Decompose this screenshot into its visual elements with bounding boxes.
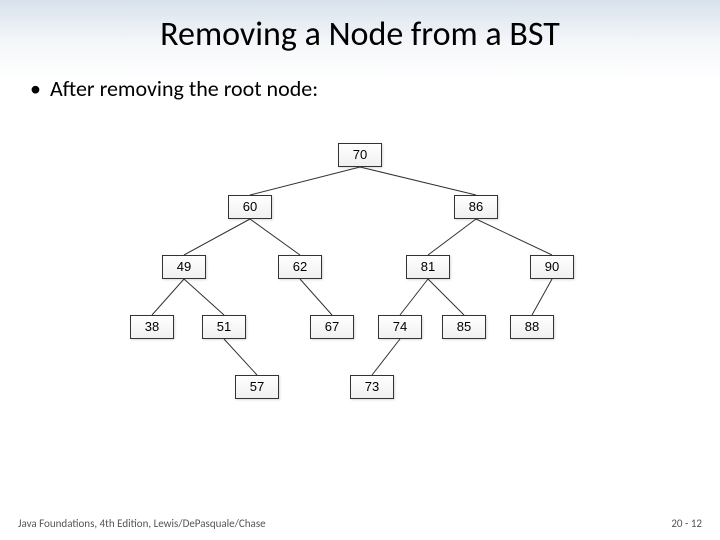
tree-node-57: 57 <box>235 375 279 399</box>
tree-node-88: 88 <box>510 315 554 339</box>
page-title: Removing a Node from a BST <box>0 0 720 55</box>
footer-page-number: 20 - 12 <box>671 517 702 530</box>
tree-node-90: 90 <box>530 255 574 279</box>
footer-source: Java Foundations, 4th Edition, Lewis/DeP… <box>18 517 266 530</box>
tree-node-86: 86 <box>454 195 498 219</box>
tree-node-60: 60 <box>228 195 272 219</box>
tree-node-85: 85 <box>442 315 486 339</box>
tree-node-49: 49 <box>162 255 206 279</box>
bullet-text: After removing the root node: <box>0 55 720 102</box>
bst-diagram: 70 60 86 49 62 81 90 38 51 67 74 85 88 57 73 <box>80 135 640 445</box>
tree-node-67: 67 <box>310 315 354 339</box>
tree-node-38: 38 <box>130 315 174 339</box>
tree-node-74: 74 <box>378 315 422 339</box>
slide-footer: Java Foundations, 4th Edition, Lewis/DeP… <box>0 517 720 530</box>
tree-node-70: 70 <box>338 143 382 167</box>
tree-node-81: 81 <box>406 255 450 279</box>
tree-node-51: 51 <box>202 315 246 339</box>
tree-node-73: 73 <box>350 375 394 399</box>
tree-node-62: 62 <box>278 255 322 279</box>
